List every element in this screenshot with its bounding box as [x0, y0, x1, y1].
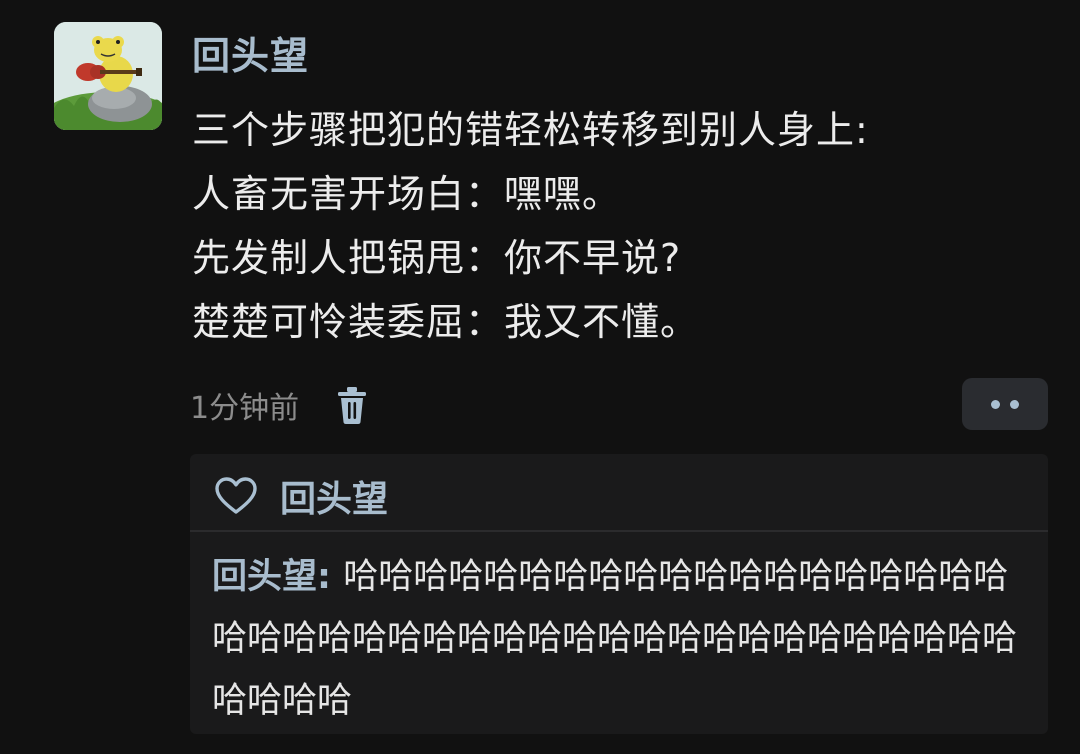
heart-icon[interactable] — [214, 476, 258, 516]
trash-icon[interactable] — [335, 385, 369, 425]
liked-by-name[interactable]: 回头望 — [280, 470, 388, 522]
more-dots-icon — [991, 399, 1000, 409]
comment-author-name[interactable]: 回头望 — [212, 557, 317, 597]
post-author-name[interactable]: 回头望 — [192, 30, 309, 82]
divider — [190, 530, 1048, 532]
comment-separator: : — [317, 557, 344, 597]
post-line: 先发制人把锅甩：你不早说? — [192, 236, 682, 280]
post-timestamp: 1分钟前 — [190, 391, 300, 426]
post-content: 三个步骤把犯的错轻松转移到别人身上: 人畜无害开场白：嘿嘿。 先发制人把锅甩：你… — [192, 98, 1052, 354]
avatar[interactable] — [54, 22, 162, 130]
comment-item: 回头望: 哈哈哈哈哈哈哈哈哈哈哈哈哈哈哈哈哈哈哈哈哈哈哈哈哈哈哈哈哈哈哈哈哈哈哈… — [212, 546, 1032, 732]
more-options-button[interactable] — [962, 378, 1048, 430]
interaction-panel: 回头望 回头望: 哈哈哈哈哈哈哈哈哈哈哈哈哈哈哈哈哈哈哈哈哈哈哈哈哈哈哈哈哈哈哈… — [190, 454, 1048, 734]
post-line: 三个步骤把犯的错轻松转移到别人身上: — [192, 108, 869, 152]
post-meta: 1分钟前 — [190, 382, 369, 428]
frog-guitar-avatar-image — [54, 22, 162, 130]
post-line: 楚楚可怜装委屈：我又不懂。 — [192, 300, 700, 344]
likes-row: 回头望 — [214, 470, 388, 522]
post-line: 人畜无害开场白：嘿嘿。 — [192, 172, 622, 216]
more-dots-icon — [1010, 399, 1019, 409]
